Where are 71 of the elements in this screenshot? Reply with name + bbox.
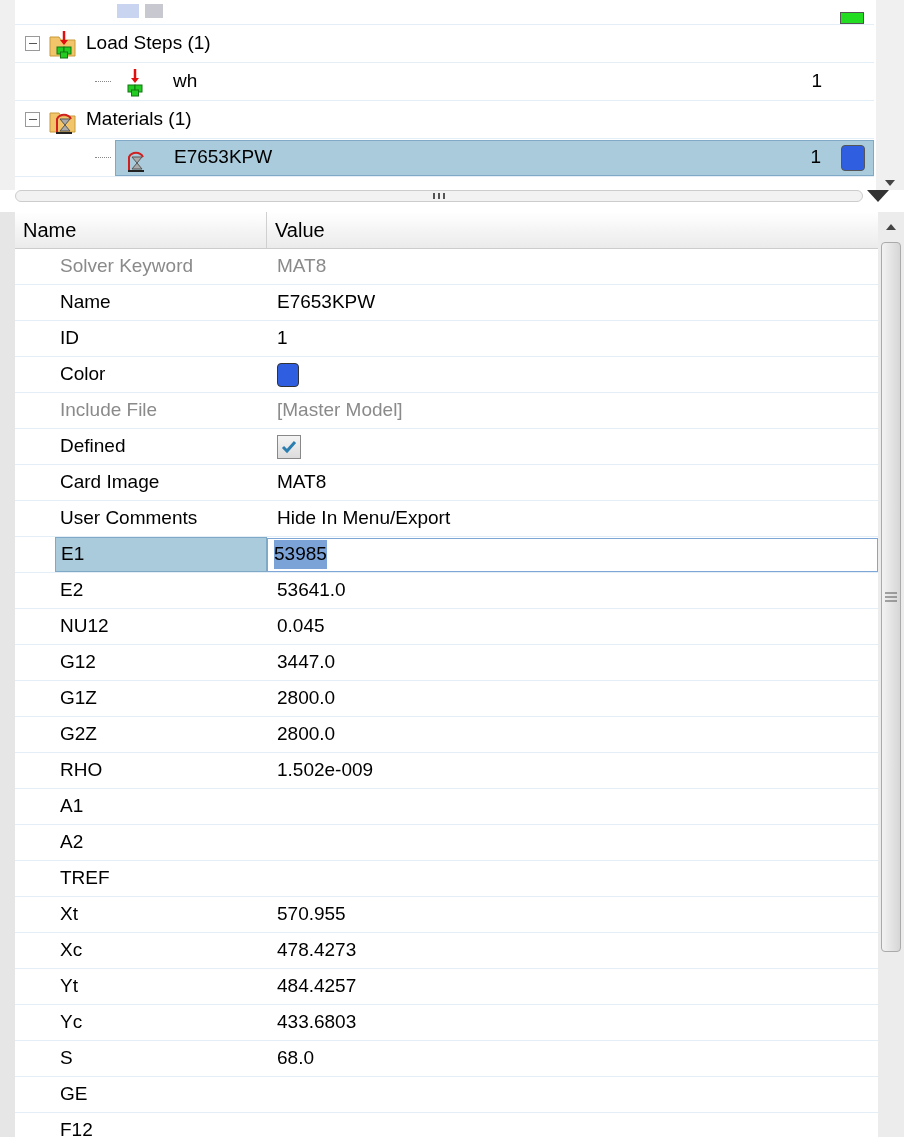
checkmark-icon <box>281 439 297 454</box>
property-name: G2Z <box>59 722 98 747</box>
property-name: Solver Keyword <box>59 254 195 279</box>
collapse-toggle[interactable] <box>25 112 40 127</box>
property-name: Color <box>59 362 107 387</box>
tree-item-label: E7653KPW <box>174 145 273 170</box>
count: 1 <box>810 145 821 170</box>
tree-item-label: wh <box>173 69 198 94</box>
property-name: Name <box>59 290 112 315</box>
value-text: 478.4273 <box>276 938 357 963</box>
property-name: S <box>59 1046 74 1071</box>
value-text: 3447.0 <box>276 650 336 675</box>
scroll-down-icon[interactable] <box>885 180 895 186</box>
property-name: ID <box>59 326 80 351</box>
scroll-up-icon[interactable] <box>886 224 896 230</box>
property-name: E1 <box>55 537 267 572</box>
checkbox[interactable] <box>277 434 301 459</box>
property-name: User Comments <box>59 506 199 531</box>
property-name: A2 <box>59 830 85 855</box>
property-name: NU12 <box>59 614 110 639</box>
property-name: A1 <box>59 794 85 819</box>
value-text: [Master Model] <box>276 398 403 423</box>
property-name: GE <box>59 1082 89 1107</box>
value-text: 484.4257 <box>276 974 357 999</box>
splitter-handle[interactable] <box>15 190 863 202</box>
value-text: 433.6803 <box>276 1010 357 1035</box>
property-name: RHO <box>59 758 104 783</box>
selected-text: 53985 <box>274 540 327 569</box>
value-text: 53641.0 <box>276 578 346 603</box>
value-text: 2800.0 <box>276 686 336 711</box>
tree-item[interactable]: E7653KPW 1 <box>115 139 874 176</box>
dropdown-triangle-icon[interactable] <box>867 190 889 202</box>
tree-item[interactable]: wh 1 <box>115 63 874 100</box>
property-name: Include File <box>59 398 159 423</box>
value-text: 1 <box>276 326 288 351</box>
column-header[interactable]: Name <box>15 212 267 248</box>
scrollbar[interactable] <box>878 212 904 1137</box>
tree-item-label: Materials (1) <box>86 107 192 132</box>
grip-icon <box>433 193 445 199</box>
column-header[interactable]: Value <box>267 212 878 248</box>
property-name: Card Image <box>59 470 161 495</box>
property-name: Xc <box>59 938 84 963</box>
tree-item[interactable]: Load Steps (1) <box>44 25 874 62</box>
color-swatch[interactable] <box>277 362 299 387</box>
folder-arrow-icon <box>48 28 78 59</box>
property-name: F12 <box>59 1118 94 1137</box>
tree-item-label: Load Steps (1) <box>86 31 211 56</box>
value-text: 2800.0 <box>276 722 336 747</box>
collapse-toggle[interactable] <box>25 36 40 51</box>
property-name: Xt <box>59 902 79 927</box>
grip-icon <box>885 592 897 602</box>
value-text: 1.502e-009 <box>276 758 374 783</box>
color-swatch <box>840 12 864 24</box>
tree-item[interactable]: Materials (1) <box>44 101 874 138</box>
property-name: Defined <box>59 434 127 459</box>
property-name: G12 <box>59 650 97 675</box>
value-input[interactable]: 53985 <box>267 537 878 572</box>
value-text: Hide In Menu/Export <box>276 506 451 531</box>
property-name: G1Z <box>59 686 98 711</box>
property-name: TREF <box>59 866 111 891</box>
value-text: MAT8 <box>276 254 327 279</box>
property-name: Yt <box>59 974 79 999</box>
value-text: 0.045 <box>276 614 325 639</box>
scroll-thumb[interactable] <box>881 242 901 952</box>
value-text: E7653KPW <box>276 290 376 315</box>
property-name: E2 <box>59 578 85 603</box>
property-name: Yc <box>59 1010 84 1035</box>
value-text: 570.955 <box>276 902 346 927</box>
value-text: MAT8 <box>276 470 327 495</box>
count: 1 <box>811 69 822 94</box>
value-text: 68.0 <box>276 1046 314 1071</box>
